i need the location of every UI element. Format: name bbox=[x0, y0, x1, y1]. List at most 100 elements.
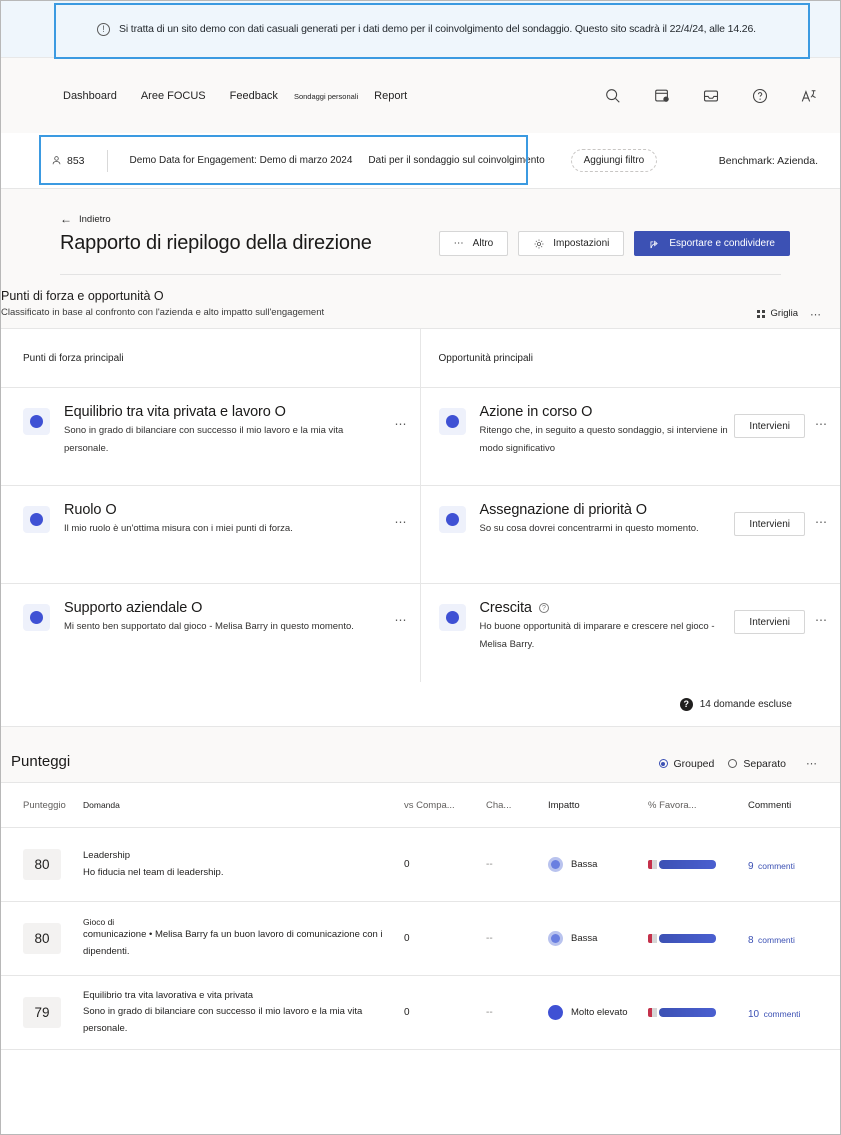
radio-grouped-label: Grouped bbox=[673, 757, 715, 770]
settings-button[interactable]: Impostazioni bbox=[518, 231, 625, 256]
strengths-overflow-menu[interactable]: ⋯ bbox=[810, 308, 822, 321]
row-comments[interactable]: 10 commenti bbox=[748, 1004, 840, 1022]
help-circle-icon[interactable] bbox=[538, 603, 549, 613]
favorability-bar bbox=[648, 860, 716, 869]
excluded-questions-row[interactable]: 14 domande escluse bbox=[1, 682, 840, 727]
table-row[interactable]: 80 Gioco di comunicazione • Melisa Barry… bbox=[1, 902, 840, 976]
question-text: comunicazione • Melisa Barry fa un buon … bbox=[83, 929, 383, 957]
back-button[interactable]: ← Indietro bbox=[60, 213, 790, 225]
row-comments[interactable]: 9 commenti bbox=[748, 856, 840, 874]
row-question-cell: Equilibrio tra vita lavorativa e vita pr… bbox=[83, 988, 404, 1036]
row-comments[interactable]: 8 commenti bbox=[748, 930, 840, 948]
item-body: Supporto aziendale O Mi sento ben suppor… bbox=[64, 600, 385, 636]
item-title: Ruolo O bbox=[64, 502, 117, 518]
scores-title: Punteggi bbox=[11, 753, 71, 770]
add-filter-button[interactable]: Aggiungi filtro bbox=[570, 149, 658, 172]
item-overflow-menu[interactable]: ⋯ bbox=[815, 613, 828, 627]
list-item[interactable]: Assegnazione di priorità O So su cosa do… bbox=[420, 486, 840, 584]
bar-segment-favorable bbox=[659, 860, 716, 869]
take-action-button[interactable]: Intervieni bbox=[734, 414, 805, 438]
share-icon bbox=[650, 239, 659, 248]
radio-separato[interactable]: Separato bbox=[728, 758, 786, 770]
item-body: Equilibrio tra vita privata e lavoro O S… bbox=[64, 404, 385, 457]
info-icon bbox=[97, 22, 110, 36]
list-item[interactable]: Azione in corso O Ritengo che, in seguit… bbox=[420, 388, 840, 486]
impact-label: Molto elevato bbox=[571, 1007, 628, 1018]
row-change: -- bbox=[486, 1007, 493, 1018]
row-vs-company: 0 bbox=[404, 1007, 410, 1018]
bar-segment-neutral bbox=[652, 934, 657, 943]
back-label: Indietro bbox=[79, 213, 111, 225]
benchmark-label[interactable]: Benchmark: Azienda. bbox=[719, 155, 818, 167]
item-description: Sono in grado di bilanciare con successo… bbox=[64, 425, 344, 454]
radio-grouped[interactable]: Grouped bbox=[658, 757, 715, 770]
item-description: Il mio ruolo è un'ottima misura con i mi… bbox=[64, 523, 293, 534]
comments-count[interactable]: 9 bbox=[748, 861, 754, 872]
list-item[interactable]: Supporto aziendale O Mi sento ben suppor… bbox=[1, 584, 420, 682]
item-overflow-menu[interactable]: ⋯ bbox=[395, 515, 408, 529]
export-share-button[interactable]: Esportare e condividere bbox=[634, 231, 790, 256]
item-overflow-menu[interactable]: ⋯ bbox=[815, 417, 828, 431]
person-icon bbox=[52, 156, 61, 165]
row-favorable bbox=[648, 1008, 748, 1017]
take-action-button[interactable]: Intervieni bbox=[734, 512, 805, 536]
respondent-count-value: 853 bbox=[67, 154, 85, 167]
item-title: Azione in corso O bbox=[479, 404, 593, 420]
column-header-favorable: % Favora... bbox=[648, 799, 697, 811]
nav-item-feedback[interactable]: Feedback bbox=[218, 90, 290, 102]
settings-label: Impostazioni bbox=[553, 238, 610, 249]
status-dot-icon bbox=[438, 408, 466, 435]
comments-count[interactable]: 10 bbox=[748, 1009, 759, 1020]
row-question-cell: Gioco di comunicazione • Melisa Barry fa… bbox=[83, 917, 404, 959]
list-item[interactable]: Equilibrio tra vita privata e lavoro O S… bbox=[1, 388, 420, 486]
nav-item-dashboard[interactable]: Dashboard bbox=[51, 90, 129, 102]
list-item[interactable]: Crescita Ho buone opportunità di imparar… bbox=[421, 584, 841, 682]
report-action-buttons: ⋯ Altro Impostazioni Esportare e condivi… bbox=[438, 231, 790, 256]
ellipsis-icon: ⋯ bbox=[453, 238, 465, 249]
nav-item-report[interactable]: Report bbox=[362, 90, 419, 102]
question-category: Gioco di bbox=[83, 917, 115, 928]
row-impact: Bassa bbox=[548, 857, 648, 872]
column-header-question: Domanda bbox=[83, 800, 120, 810]
item-title-text: Crescita bbox=[479, 600, 532, 616]
translate-icon[interactable] bbox=[800, 87, 818, 105]
grid-icon bbox=[756, 309, 765, 318]
impact-indicator: Molto elevato bbox=[548, 1005, 648, 1020]
impact-dot-icon bbox=[548, 931, 563, 946]
row-change: -- bbox=[486, 859, 493, 870]
grid-view-toggle[interactable]: Griglia bbox=[756, 308, 798, 319]
nav-item-aree-focus[interactable]: Aree FOCUS bbox=[129, 90, 218, 102]
item-description: Mi sento ben supportato dal gioco - Meli… bbox=[64, 621, 354, 632]
filter-chip-dataset[interactable]: Dati per il sondaggio sul coinvolgimento bbox=[368, 155, 544, 166]
scores-overflow-menu[interactable]: ⋯ bbox=[806, 757, 818, 770]
item-overflow-menu[interactable]: ⋯ bbox=[815, 515, 828, 529]
impact-dot-icon bbox=[548, 857, 563, 872]
item-overflow-menu[interactable]: ⋯ bbox=[395, 417, 408, 431]
table-row[interactable]: 80 Leadership Ho fiducia nel team di lea… bbox=[1, 828, 840, 902]
comments-label[interactable]: commenti bbox=[758, 861, 795, 871]
list-item[interactable]: Ruolo O Il mio ruolo è un'ottima misura … bbox=[1, 486, 420, 584]
take-action-button[interactable]: Intervieni bbox=[734, 610, 805, 634]
favorability-bar bbox=[648, 934, 716, 943]
item-overflow-menu[interactable]: ⋯ bbox=[395, 613, 408, 627]
row-favorable bbox=[648, 934, 748, 943]
row-score-cell: 79 bbox=[1, 997, 83, 1028]
filter-chip-survey[interactable]: Demo Data for Engagement: Demo di marzo … bbox=[130, 155, 353, 166]
impact-indicator: Bassa bbox=[548, 931, 648, 946]
score-badge: 80 bbox=[23, 923, 61, 954]
more-button[interactable]: ⋯ Altro bbox=[438, 231, 509, 256]
help-icon[interactable] bbox=[751, 87, 769, 105]
search-icon[interactable] bbox=[604, 87, 622, 105]
nav-item-sondaggi-personali[interactable]: Sondaggi personali bbox=[290, 92, 362, 101]
comments-label[interactable]: commenti bbox=[758, 935, 795, 945]
item-title: Crescita bbox=[480, 600, 735, 616]
impact-indicator: Bassa bbox=[548, 857, 648, 872]
comments-count[interactable]: 8 bbox=[748, 935, 754, 946]
row-change: -- bbox=[486, 933, 493, 944]
table-row[interactable]: 79 Equilibrio tra vita lavorativa e vita… bbox=[1, 976, 840, 1050]
item-description: Ritengo che, in seguito a questo sondagg… bbox=[479, 425, 728, 454]
comments-label[interactable]: commenti bbox=[764, 1009, 801, 1019]
inbox-icon[interactable] bbox=[702, 87, 720, 105]
item-title: Equilibrio tra vita privata e lavoro O bbox=[64, 404, 286, 420]
window-settings-icon[interactable] bbox=[653, 87, 671, 105]
